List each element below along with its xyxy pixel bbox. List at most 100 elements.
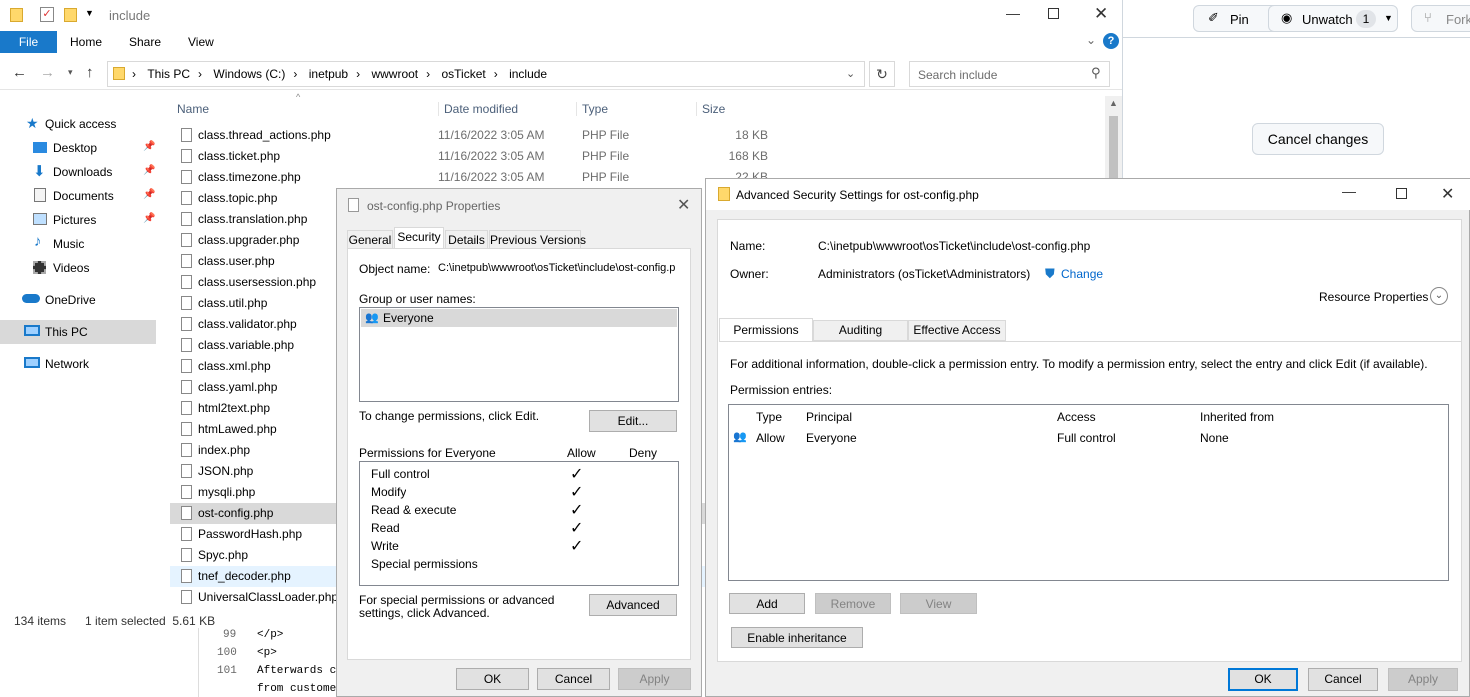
table-row[interactable]: 👥 Allow Everyone Full control None bbox=[729, 427, 1448, 447]
ok-button[interactable]: OK bbox=[456, 668, 529, 690]
address-bar[interactable]: › This PC › Windows (C:) › inetpub › wwwroo… bbox=[107, 61, 865, 87]
tab-file[interactable]: File bbox=[0, 31, 57, 53]
pin-icon: 📌 bbox=[143, 141, 156, 152]
forward-icon[interactable]: → bbox=[40, 64, 55, 81]
breadcrumb-item[interactable]: inetpub bbox=[309, 67, 348, 81]
column-size[interactable]: Size bbox=[696, 102, 725, 116]
back-icon[interactable]: ← bbox=[12, 64, 27, 81]
help-icon[interactable]: ? bbox=[1103, 33, 1119, 49]
cancel-changes-button[interactable]: Cancel changes bbox=[1252, 123, 1384, 155]
close-icon[interactable]: ✕ bbox=[677, 195, 690, 215]
row-type: Allow bbox=[756, 431, 785, 445]
window-title: include bbox=[109, 8, 151, 23]
nav-downloads[interactable]: Downloads bbox=[53, 164, 112, 180]
adv-title-bar: Advanced Security Settings for ost-confi… bbox=[706, 179, 1470, 210]
advanced-button[interactable]: Advanced bbox=[589, 594, 677, 616]
adv-ok-button[interactable]: OK bbox=[1228, 668, 1298, 691]
column-type[interactable]: Type bbox=[756, 410, 782, 424]
maximize-icon[interactable] bbox=[1048, 8, 1059, 19]
nav-onedrive[interactable]: OneDrive bbox=[45, 292, 96, 308]
file-row[interactable]: class.ticket.php 11/16/2022 3:05 AM PHP Fi… bbox=[170, 146, 776, 167]
close-icon[interactable]: ✕ bbox=[1441, 184, 1454, 204]
breadcrumb-item[interactable]: osTicket bbox=[441, 67, 485, 81]
file-name: UniversalClassLoader.php bbox=[198, 590, 339, 604]
change-owner-link[interactable]: Change bbox=[1061, 267, 1103, 281]
nav-documents[interactable]: Documents bbox=[53, 188, 114, 204]
adv-cancel-button[interactable]: Cancel bbox=[1308, 668, 1378, 691]
column-access[interactable]: Access bbox=[1057, 410, 1096, 424]
view-button[interactable]: View bbox=[900, 593, 977, 614]
resource-properties-label[interactable]: Resource Properties bbox=[1319, 290, 1428, 304]
breadcrumb-item[interactable]: include bbox=[509, 67, 547, 81]
edit-button[interactable]: Edit... bbox=[589, 410, 677, 432]
file-name: Spyc.php bbox=[198, 548, 249, 562]
tab-permissions[interactable]: Permissions bbox=[719, 318, 813, 342]
remove-button[interactable]: Remove bbox=[815, 593, 891, 614]
group-list[interactable]: 👥 Everyone bbox=[359, 307, 679, 402]
file-row[interactable]: class.timezone.php 11/16/2022 3:05 AM PHP … bbox=[170, 167, 776, 188]
file-type: PHP File bbox=[582, 128, 630, 142]
permissions-list: Full control ✓ Modify ✓ Read & execute ✓ Read ✓… bbox=[359, 461, 679, 586]
star-icon: ★ bbox=[26, 115, 39, 131]
qa-dropdown-icon[interactable]: ▼ bbox=[85, 8, 94, 18]
row-principal: Everyone bbox=[806, 431, 857, 445]
properties-qa-icon[interactable]: ✓ bbox=[40, 7, 54, 22]
column-principal[interactable]: Principal bbox=[806, 410, 852, 424]
permission-entries-label: Permission entries: bbox=[730, 383, 833, 397]
tab-home[interactable]: Home bbox=[70, 35, 102, 49]
breadcrumb-item[interactable]: wwwroot bbox=[371, 67, 418, 81]
tab-security[interactable]: Security bbox=[394, 227, 444, 249]
ribbon-expand-icon[interactable]: ⌄ bbox=[1086, 33, 1096, 47]
tab-effective-access[interactable]: Effective Access bbox=[908, 320, 1006, 341]
column-type[interactable]: Type bbox=[576, 102, 608, 116]
nav-quick-access[interactable]: Quick access bbox=[45, 116, 116, 132]
nav-pictures[interactable]: Pictures bbox=[53, 212, 96, 228]
close-icon[interactable]: ✕ bbox=[1094, 4, 1108, 24]
tab-general[interactable]: General bbox=[347, 230, 393, 249]
scroll-up-icon[interactable]: ▲ bbox=[1109, 98, 1118, 108]
tab-previous-versions[interactable]: Previous Versions bbox=[489, 230, 586, 249]
nav-videos[interactable]: Videos bbox=[53, 260, 89, 276]
column-date[interactable]: Date modified bbox=[438, 102, 518, 116]
column-name[interactable]: Name bbox=[177, 102, 209, 116]
row-access: Full control bbox=[1057, 431, 1116, 445]
recent-dropdown-icon[interactable]: ▾ bbox=[68, 67, 73, 78]
line-number: 101 bbox=[217, 665, 237, 677]
breadcrumb-item[interactable]: Windows (C:) bbox=[213, 67, 285, 81]
tab-details[interactable]: Details bbox=[445, 230, 488, 249]
unwatch-button[interactable]: ◉ Unwatch 1 ▼ bbox=[1268, 5, 1398, 32]
breadcrumb-item[interactable]: This PC bbox=[147, 67, 190, 81]
enable-inheritance-button[interactable]: Enable inheritance bbox=[731, 627, 863, 648]
tab-share[interactable]: Share bbox=[129, 35, 161, 49]
minimize-icon[interactable]: — bbox=[1006, 5, 1020, 21]
group-label: Group or user names: bbox=[359, 292, 476, 306]
adv-apply-button[interactable]: Apply bbox=[1388, 668, 1458, 691]
fork-button[interactable]: ⑂ Fork bbox=[1411, 5, 1470, 32]
allow-column-label: Allow bbox=[567, 446, 596, 460]
apply-button[interactable]: Apply bbox=[618, 668, 691, 690]
tab-auditing[interactable]: Auditing bbox=[813, 320, 908, 341]
refresh-icon[interactable]: ↻ bbox=[869, 61, 895, 87]
php-file-icon bbox=[181, 380, 192, 394]
column-inherited[interactable]: Inherited from bbox=[1200, 410, 1274, 424]
nav-this-pc[interactable]: This PC bbox=[45, 324, 88, 340]
address-dropdown-icon[interactable]: ⌄ bbox=[846, 67, 855, 80]
minimize-icon[interactable]: — bbox=[1342, 183, 1356, 199]
scroll-thumb[interactable] bbox=[1109, 116, 1118, 186]
list-item-everyone[interactable]: 👥 Everyone bbox=[361, 309, 677, 327]
new-folder-qa-icon[interactable] bbox=[64, 8, 77, 22]
expand-icon[interactable]: ⌄ bbox=[1430, 287, 1448, 305]
file-row[interactable]: class.thread_actions.php 11/16/2022 3:05 … bbox=[170, 125, 776, 146]
search-input[interactable]: Search include ⚲ bbox=[909, 61, 1110, 87]
folder-icon bbox=[113, 67, 125, 80]
pin-icon: 📌 bbox=[143, 165, 156, 176]
nav-network[interactable]: Network bbox=[45, 356, 89, 372]
permission-name: Special permissions bbox=[371, 557, 478, 571]
nav-desktop[interactable]: Desktop bbox=[53, 140, 97, 156]
maximize-icon[interactable] bbox=[1396, 188, 1407, 199]
tab-view[interactable]: View bbox=[188, 35, 214, 49]
add-button[interactable]: Add bbox=[729, 593, 805, 614]
cancel-button[interactable]: Cancel bbox=[537, 668, 610, 690]
up-icon[interactable]: ↑ bbox=[86, 64, 94, 81]
nav-music[interactable]: Music bbox=[53, 236, 84, 252]
